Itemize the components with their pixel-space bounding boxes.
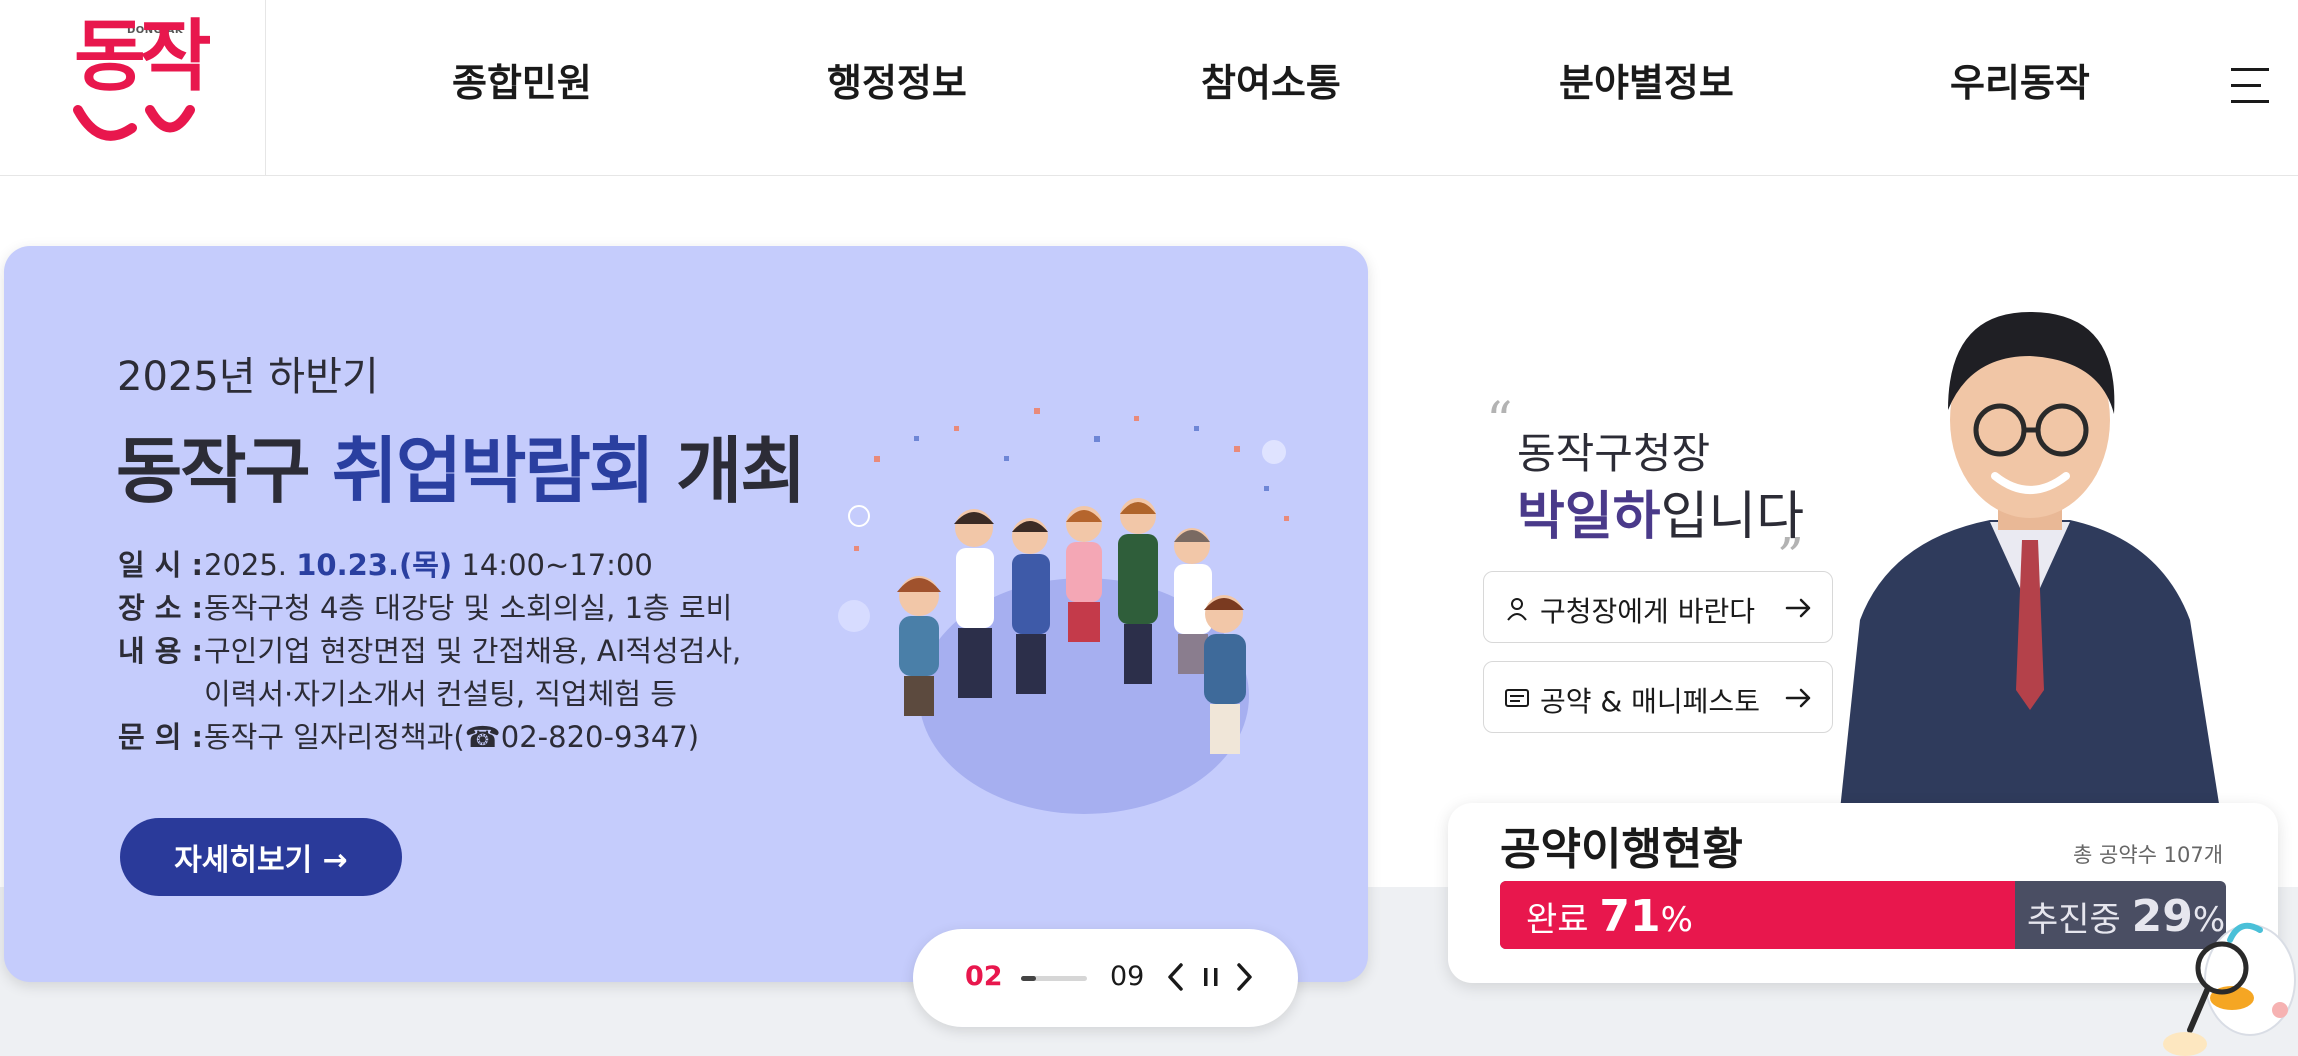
ask-mayor-button[interactable]: 구청장에게 바란다 [1483, 571, 1833, 643]
pledge-done-label: 완료 71% [1526, 891, 1693, 942]
pledge-progress-bar: 완료 71% 추진중 29% [1500, 881, 2226, 949]
pause-icon[interactable] [1196, 959, 1226, 995]
pager-progress-fill [1021, 976, 1036, 981]
nav-item-admin[interactable]: 행정정보 [827, 52, 967, 107]
view-details-button[interactable]: 자세히보기 → [120, 818, 402, 896]
nav-item-field-info[interactable]: 분야별정보 [1559, 52, 1734, 107]
hamburger-icon[interactable] [2231, 68, 2269, 104]
mascot-illustration [2163, 922, 2296, 1056]
pager-total: 09 [1110, 961, 1145, 992]
pager-current: 02 [965, 961, 1003, 992]
banner-info-contact: 문 의 :동작구 일자리정책과(☎02-820-9347) [118, 720, 700, 754]
arrow-right-icon [1785, 598, 1811, 618]
chevron-right-icon[interactable] [1229, 959, 1259, 995]
banner-pager: 02 09 [913, 929, 1298, 1027]
job-fair-illustration [838, 408, 1289, 814]
site-header: DONGJAK 동작 종합민원 행정정보 참여소통 분야별정보 우리동작 [0, 0, 2298, 176]
chevron-left-icon[interactable] [1161, 959, 1191, 995]
ask-mayor-label: 구청장에게 바란다 [1540, 595, 1755, 628]
nav-item-civil[interactable]: 종합민원 [452, 52, 592, 107]
arrow-right-icon [1785, 688, 1811, 708]
nav-item-participation[interactable]: 참여소통 [1201, 52, 1341, 107]
banner-title: 동작구 취업박람회 개최 [116, 429, 807, 513]
banner-subtitle: 2025년 하반기 [117, 354, 379, 400]
nav-item-our-dongjak[interactable]: 우리동작 [1950, 52, 2090, 107]
pager-progress-track [1021, 976, 1087, 981]
document-icon [1505, 689, 1529, 707]
pledge-status-card[interactable]: 공약이행현황 총 공약수 107개 완료 71% 추진중 29% [1448, 803, 2278, 983]
mayor-title: 동작구청장 [1517, 429, 1711, 478]
quote-close-mark: „ [1778, 496, 1805, 556]
banner-info-content-2: 이력서·자기소개서 컨설팅, 직업체험 등 [204, 677, 677, 711]
pledge-done-fill: 완료 71% [1500, 881, 2015, 949]
pledge-total: 총 공약수 107개 [2073, 843, 2224, 867]
manifesto-label: 공약 & 매니페스토 [1540, 685, 1760, 718]
manifesto-button[interactable]: 공약 & 매니페스토 [1483, 661, 1833, 733]
person-icon [1507, 598, 1527, 621]
pledge-title: 공약이행현황 [1500, 824, 1743, 875]
main-nav: 종합민원 행정정보 참여소통 분야별정보 우리동작 [0, 0, 2298, 176]
mayor-photo [1840, 312, 2220, 810]
banner-info-date: 일 시 :2025. 10.23.(목) 14:00~17:00 [118, 548, 653, 582]
banner-info-place: 장 소 :동작구청 4층 대강당 및 소회의실, 1층 로비 [118, 591, 733, 625]
quote-open-mark: “ [1486, 392, 1513, 452]
main-banner[interactable]: 2025년 하반기 동작구 취업박람회 개최 일 시 :2025. 10.23.… [4, 246, 1368, 982]
banner-info-content: 내 용 :구인기업 현장면접 및 간접채용, AI적성검사, [118, 634, 742, 668]
mayor-name-line: 박일하입니다 [1517, 487, 1805, 547]
